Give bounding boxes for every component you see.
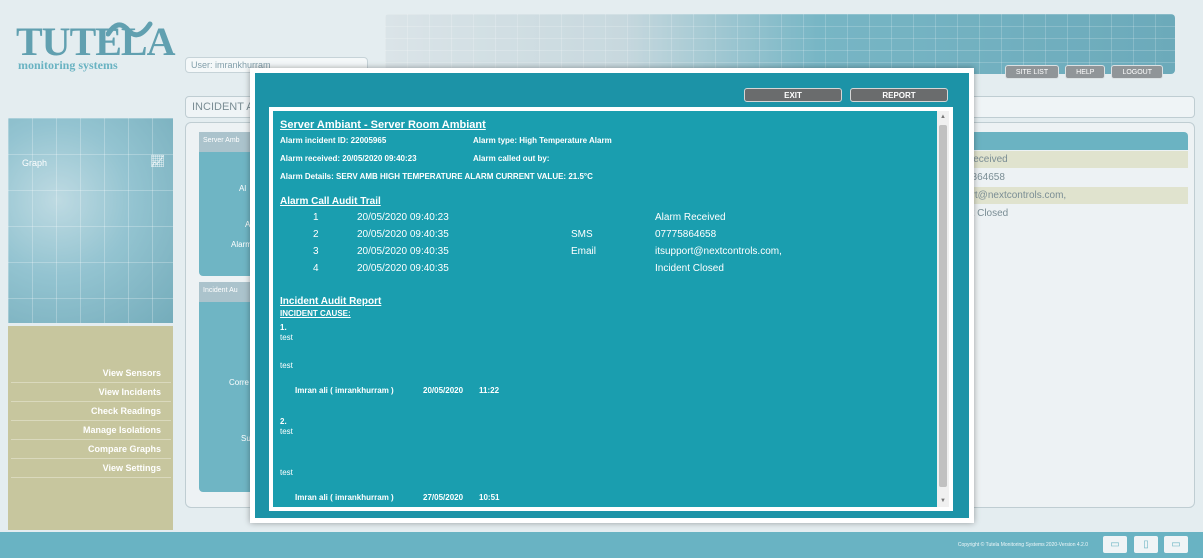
audit-row-detail: 07775864658 — [655, 229, 717, 240]
incident-id: Alarm incident ID: 22005965 — [280, 136, 387, 145]
audit-row-detail: Incident Closed — [655, 263, 724, 274]
audit-row-method: Email — [571, 246, 597, 257]
entry-text: test — [280, 333, 293, 342]
audit-row-time: 20/05/2020 09:40:23 — [357, 212, 449, 223]
audit-row-num: 4 — [313, 263, 319, 274]
entry-number: 2. — [280, 417, 287, 426]
entry-date: 20/05/2020 — [423, 386, 464, 395]
scroll-thumb[interactable] — [939, 125, 947, 487]
exit-button[interactable]: EXIT — [744, 88, 842, 102]
report-button[interactable]: REPORT — [850, 88, 948, 102]
entry-time: 11:22 — [479, 386, 500, 395]
alarm-received: Alarm received: 20/05/2020 09:40:23 — [280, 154, 417, 163]
entry-number: 1. — [280, 323, 287, 332]
audit-row-detail: itsupport@nextcontrols.com, — [655, 246, 782, 257]
entry-text: test — [280, 427, 293, 436]
entry-author: Imran ali ( imrankhurram ) — [295, 493, 394, 502]
report-title: Incident Audit Report — [280, 296, 382, 307]
alarm-called-out: Alarm called out by: — [473, 154, 550, 163]
audit-trail-title: Alarm Call Audit Trail — [280, 196, 381, 207]
audit-row-detail: Alarm Received — [655, 212, 726, 223]
alarm-details: Alarm Details: SERV AMB HIGH TEMPERATURE… — [280, 172, 593, 181]
audit-row-time: 20/05/2020 09:40:35 — [357, 229, 449, 240]
scroll-down-icon[interactable]: ▼ — [937, 495, 949, 507]
incident-report-body[interactable]: Server Ambiant - Server Room Ambiant Ala… — [269, 107, 953, 511]
incident-title: Server Ambiant - Server Room Ambiant — [280, 119, 486, 131]
alarm-type: Alarm type: High Temperature Alarm — [473, 136, 612, 145]
audit-row-method: SMS — [571, 229, 593, 240]
entry-date: 27/05/2020 — [423, 493, 464, 502]
incident-cause-label: INCIDENT CAUSE: — [280, 309, 351, 318]
entry-text: test — [280, 361, 293, 370]
scroll-up-icon[interactable]: ▲ — [937, 111, 949, 123]
audit-row-time: 20/05/2020 09:40:35 — [357, 263, 449, 274]
entry-text: test — [280, 468, 293, 477]
audit-row-num: 2 — [313, 229, 319, 240]
incident-report-modal: EXIT REPORT Server Ambiant - Server Room… — [250, 68, 974, 523]
audit-row-time: 20/05/2020 09:40:35 — [357, 246, 449, 257]
entry-time: 10:51 — [479, 493, 500, 502]
audit-row-num: 1 — [313, 212, 319, 223]
modal-scrollbar[interactable]: ▲ ▼ — [937, 111, 949, 507]
audit-row-num: 3 — [313, 246, 319, 257]
entry-author: Imran ali ( imrankhurram ) — [295, 386, 394, 395]
